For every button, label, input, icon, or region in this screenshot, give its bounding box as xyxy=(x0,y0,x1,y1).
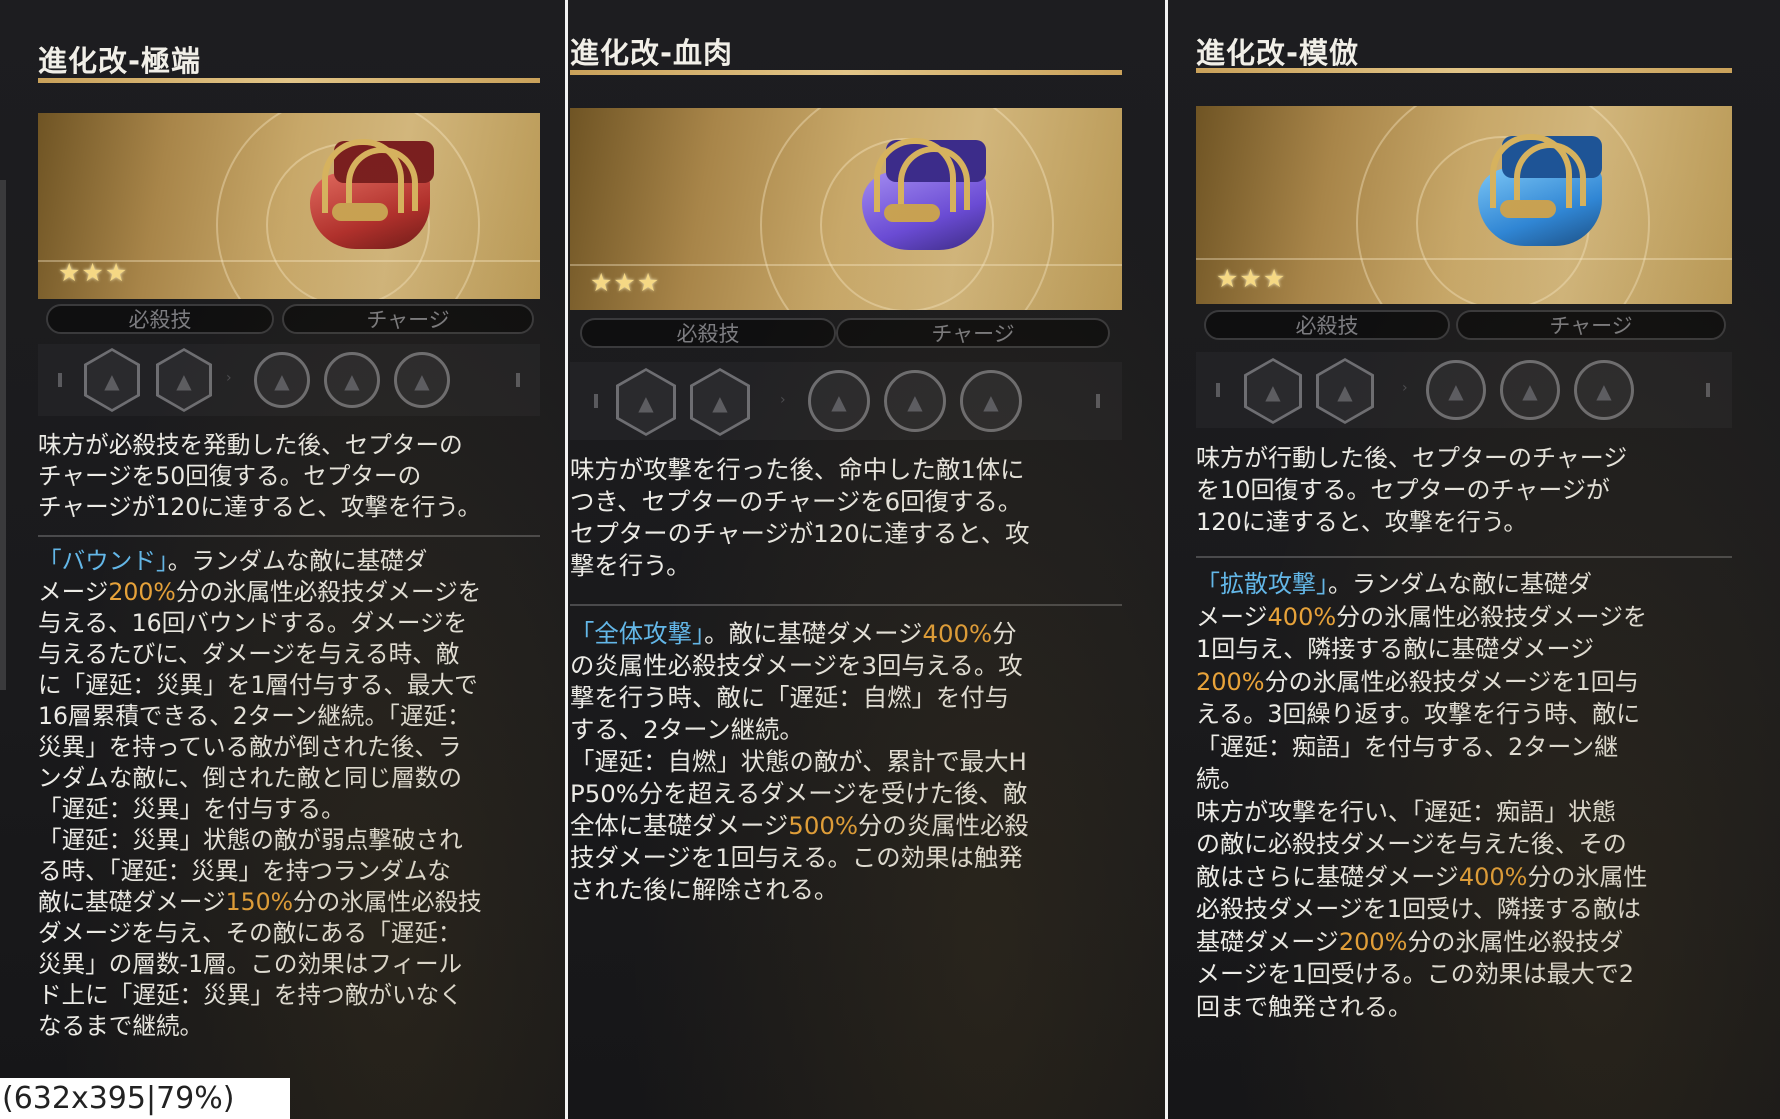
effect-text: 。敵に基礎ダメージ xyxy=(704,619,923,648)
hex-slot: ▲ xyxy=(1316,358,1374,424)
hex-slot: ▲ xyxy=(690,368,750,436)
value-highlight: 200% xyxy=(1338,927,1408,956)
rarity-stars: ★★★ xyxy=(1216,264,1287,293)
rarity-stars: ★★★ xyxy=(58,258,129,287)
relic-icon xyxy=(308,133,442,259)
keyword-highlight: 「拡散攻撃」 xyxy=(1196,570,1328,598)
trigger-description: 味方が必殺技を発動した後、セプターの チャージを50回復する。セプターの チャー… xyxy=(38,431,482,521)
hex-slot: ▲ xyxy=(1244,358,1302,424)
relic-banner: ★★★ xyxy=(1196,106,1732,304)
value-highlight: 400% xyxy=(1267,602,1337,631)
title-underline xyxy=(38,78,540,83)
effect-text: 分 の炎属性必殺技ダメージを3回与える。攻 撃を行う時、敵に「遅延：自燃」を付与… xyxy=(570,619,1028,840)
value-highlight: 500% xyxy=(788,811,859,840)
slot-bar: ▲ ▲ › ▲ ▲ ▲ xyxy=(570,362,1122,440)
relic-icon xyxy=(860,132,994,258)
rarity-stars: ★★★ xyxy=(590,268,661,297)
circle-slot: ▲ xyxy=(254,352,310,408)
keyword-highlight: 「バウンド」 xyxy=(38,547,168,575)
hex-slot: ▲ xyxy=(156,348,212,412)
value-highlight: 200% xyxy=(108,578,176,606)
circle-slot: ▲ xyxy=(324,352,380,408)
value-highlight: 200% xyxy=(1196,667,1265,696)
trigger-description: 味方が行動した後、セプターのチャージ を10回復する。セプターのチャージが 12… xyxy=(1196,444,1628,536)
title-underline xyxy=(1196,68,1732,73)
effect-description: 「バウンド」。ランダムな敵に基礎ダ メージ200%分の氷属性必殺技ダメージを 与… xyxy=(38,546,563,1042)
scrollbar[interactable] xyxy=(0,180,6,690)
title-underline xyxy=(570,70,1122,75)
panel-title: 進化改-極端 xyxy=(38,44,202,78)
tag-charge: チャージ xyxy=(282,304,534,334)
value-highlight: 400% xyxy=(1458,862,1528,891)
circle-slot: ▲ xyxy=(394,352,450,408)
relic-panel-3: 進化改-模倣 ★★★ 必殺技 チャージ ▲ ▲ › ▲ ▲ ▲ 味方が行動した後… xyxy=(1168,0,1780,1119)
effect-description: 「全体攻撃」。敵に基礎ダメージ400%分 の炎属性必殺技ダメージを3回与える。攻… xyxy=(570,618,1160,906)
relic-icon xyxy=(1476,128,1610,254)
relic-banner: ★★★ xyxy=(570,108,1122,310)
panel-title: 進化改-血肉 xyxy=(570,36,734,70)
tag-charge: チャージ xyxy=(1456,310,1726,340)
circle-slot: ▲ xyxy=(884,370,946,432)
tag-ultimate: 必殺技 xyxy=(46,304,274,334)
tag-ultimate: 必殺技 xyxy=(580,318,836,348)
separator xyxy=(1196,556,1732,558)
relic-panel-1: 進化改-極端 ★★★ 必殺技 チャージ ▲ ▲ › ▲ ▲ ▲ 味方が必殺技を発… xyxy=(0,0,565,1119)
relic-panel-2: 進化改-血肉 ★★★ 必殺技 チャージ ▲ ▲ › ▲ ▲ ▲ 味方が攻撃を行っ… xyxy=(568,0,1165,1119)
tag-charge: チャージ xyxy=(836,318,1110,348)
effect-description: 「拡散攻撃」。ランダムな敵に基礎ダ メージ400%分の氷属性必殺技ダメージを 1… xyxy=(1196,568,1776,1023)
panel-title: 進化改-模倣 xyxy=(1196,36,1360,70)
circle-slot: ▲ xyxy=(1574,360,1634,420)
separator xyxy=(38,535,540,537)
relic-banner: ★★★ xyxy=(38,113,540,299)
slot-bar: ▲ ▲ › ▲ ▲ ▲ xyxy=(1196,352,1732,428)
keyword-highlight: 「全体攻撃」 xyxy=(570,619,705,648)
effect-text: 分の氷属性必殺技ダメージを 与える、16回バウンドする。ダメージを 与えるたびに… xyxy=(38,578,482,916)
value-highlight: 400% xyxy=(922,619,993,648)
circle-slot: ▲ xyxy=(808,370,870,432)
circle-slot: ▲ xyxy=(960,370,1022,432)
zoom-indicator: (632x395|79%) xyxy=(0,1078,290,1119)
slot-bar: ▲ ▲ › ▲ ▲ ▲ xyxy=(38,344,540,416)
trigger-description: 味方が攻撃を行った後、命中した敵1体に つき、セプターのチャージを6回復する。 … xyxy=(570,455,1030,580)
circle-slot: ▲ xyxy=(1426,360,1486,420)
effect-text: 分の氷属性必殺技ダメージを1回与 える。3回繰り返す。攻撃を行う時、敵に 「遅延… xyxy=(1196,667,1641,891)
hex-slot: ▲ xyxy=(616,368,676,436)
value-highlight: 150% xyxy=(225,888,294,916)
separator xyxy=(570,604,1122,606)
hex-slot: ▲ xyxy=(84,348,140,412)
circle-slot: ▲ xyxy=(1500,360,1560,420)
tag-ultimate: 必殺技 xyxy=(1204,310,1450,340)
